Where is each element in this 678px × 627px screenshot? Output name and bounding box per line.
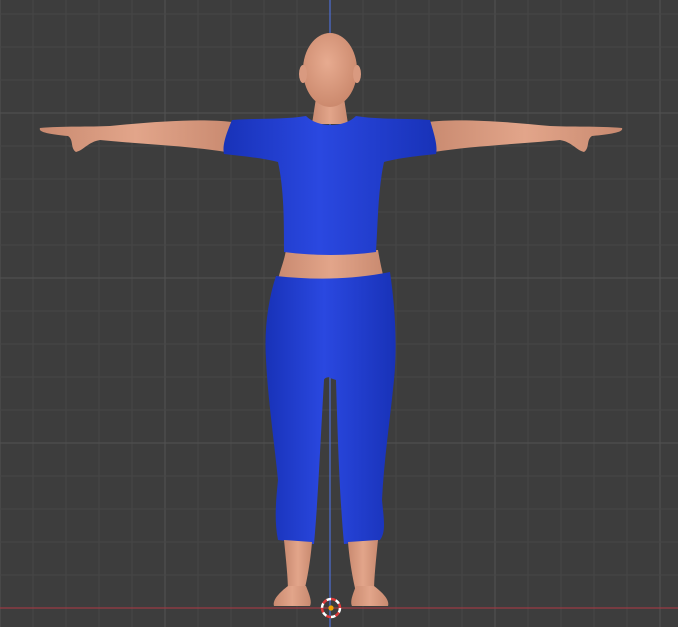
right-arm[interactable] [428,120,623,152]
right-lower-leg [348,540,378,592]
right-foot [351,586,389,606]
left-ear [299,65,307,83]
t-shirt[interactable] [223,116,437,255]
right-ear [353,65,361,83]
left-foot [273,586,311,606]
viewport-canvas[interactable] [0,0,678,627]
left-arm[interactable] [39,120,233,152]
human-model[interactable] [39,33,623,606]
3d-viewport[interactable] [0,0,678,627]
3d-cursor-center [328,605,334,611]
head[interactable] [303,33,357,107]
left-lower-leg [284,540,312,592]
